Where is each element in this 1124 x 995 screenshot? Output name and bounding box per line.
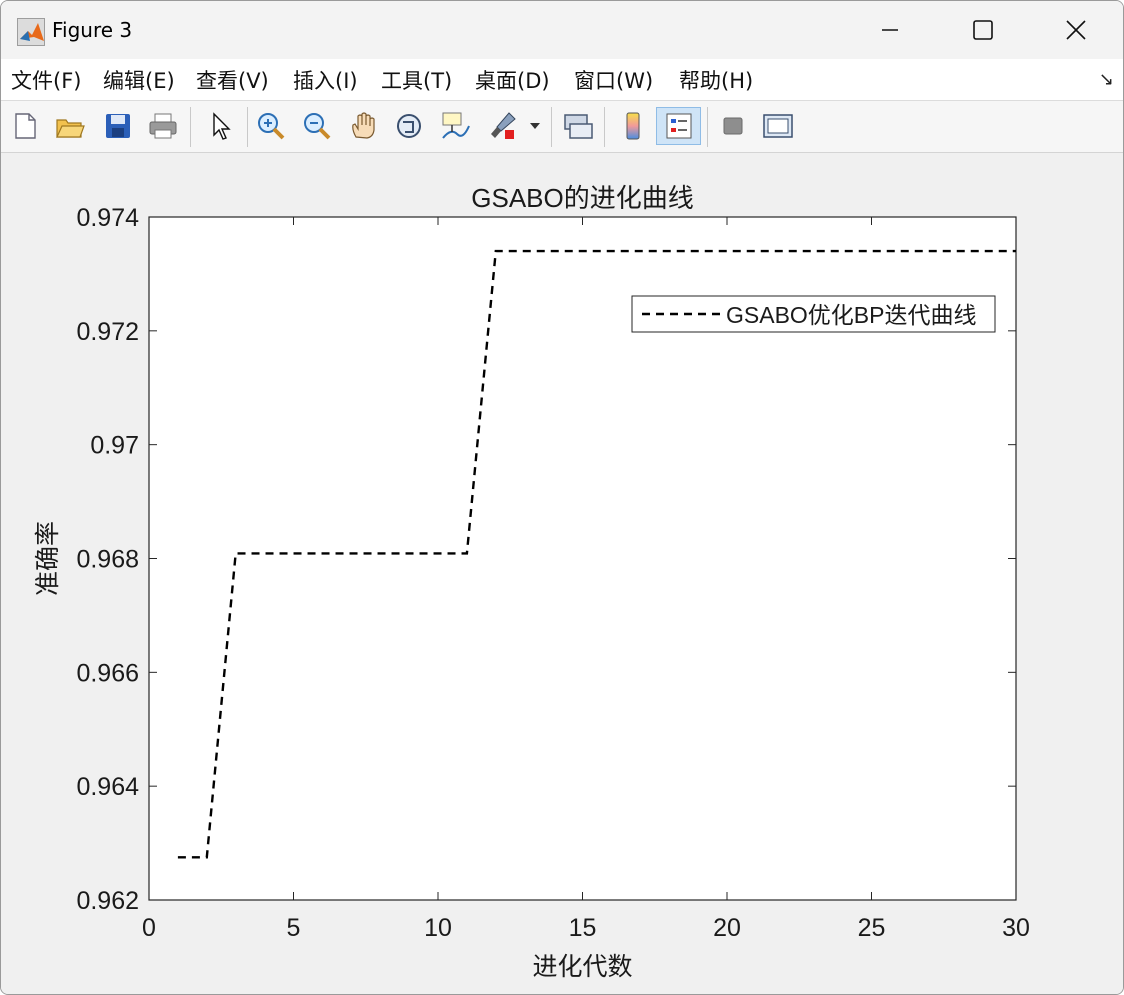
save-icon[interactable] (100, 107, 136, 145)
link-plot-icon[interactable] (560, 107, 596, 145)
figure-canvas[interactable]: 0 5 10 15 20 25 30 0.962 0.964 0.966 0.968 0.97 0.97… (1, 153, 1123, 995)
y-tick-label: 0.964 (76, 773, 139, 801)
menu-edit[interactable]: 编辑(E) (103, 65, 175, 95)
chart-title: GSABO的进化曲线 (471, 183, 693, 213)
data-cursor-icon[interactable] (437, 107, 473, 145)
x-tick-label: 30 (1002, 914, 1030, 942)
minimize-button[interactable] (843, 1, 937, 59)
figure-window: Figure 3 文件(F) 编辑(E) 查看(V) 插入(I) 工具(T) 桌… (0, 0, 1124, 995)
toolbar-separator (707, 107, 708, 147)
legend-icon[interactable] (656, 107, 701, 145)
menu-desktop[interactable]: 桌面(D) (475, 65, 550, 95)
x-tick-label: 5 (287, 914, 301, 942)
x-axis-label: 进化代数 (532, 953, 632, 981)
open-file-icon[interactable] (52, 107, 88, 145)
x-tick-label: 0 (142, 914, 156, 942)
toolbar (1, 101, 1123, 153)
y-tick-label: 0.968 (76, 546, 139, 574)
x-tick-label: 10 (424, 914, 452, 942)
toolbar-separator (247, 107, 248, 147)
y-tick-label: 0.974 (76, 204, 139, 232)
y-tick-label: 0.962 (76, 887, 139, 915)
zoom-in-icon[interactable] (253, 107, 289, 145)
colorbar-icon[interactable] (615, 107, 651, 145)
legend-label: GSABO优化BP迭代曲线 (726, 302, 976, 328)
menu-bar: 文件(F) 编辑(E) 查看(V) 插入(I) 工具(T) 桌面(D) 窗口(W… (1, 59, 1123, 101)
dock-arrow-icon[interactable]: ↘ (1099, 69, 1114, 90)
brush-icon[interactable] (485, 107, 521, 145)
menu-file[interactable]: 文件(F) (11, 65, 81, 95)
toolbar-separator (604, 107, 605, 147)
menu-view[interactable]: 查看(V) (196, 65, 269, 95)
new-figure-icon[interactable] (7, 107, 43, 145)
brush-dropdown-icon[interactable] (525, 107, 545, 145)
title-bar: Figure 3 (1, 1, 1123, 59)
y-tick-label: 0.966 (76, 659, 139, 687)
menu-insert[interactable]: 插入(I) (293, 65, 358, 95)
print-icon[interactable] (145, 107, 181, 145)
menu-tools[interactable]: 工具(T) (381, 65, 452, 95)
plot-svg[interactable]: 0 5 10 15 20 25 30 0.962 0.964 0.966 0.968 0.97 0.97… (1, 153, 1123, 995)
x-tick-label: 15 (569, 914, 597, 942)
y-tick-label: 0.97 (90, 432, 139, 460)
maximize-button[interactable] (936, 1, 1030, 59)
toolbar-separator (551, 107, 552, 147)
x-tick-label: 20 (713, 914, 741, 942)
menu-window[interactable]: 窗口(W) (574, 65, 653, 95)
zoom-out-icon[interactable] (299, 107, 335, 145)
matlab-icon (17, 18, 45, 46)
window-title: Figure 3 (52, 18, 133, 42)
x-tick-label: 25 (858, 914, 886, 942)
pointer-icon[interactable] (202, 107, 238, 145)
close-button[interactable] (1029, 1, 1123, 59)
rotate-3d-icon[interactable] (391, 107, 427, 145)
y-axis-label: 准确率 (34, 521, 62, 596)
hide-plot-tools-icon[interactable] (715, 107, 751, 145)
menu-help[interactable]: 帮助(H) (679, 65, 753, 95)
pan-hand-icon[interactable] (345, 107, 381, 145)
show-plot-tools-icon[interactable] (760, 107, 796, 145)
toolbar-separator (190, 107, 191, 147)
y-tick-label: 0.972 (76, 318, 139, 346)
